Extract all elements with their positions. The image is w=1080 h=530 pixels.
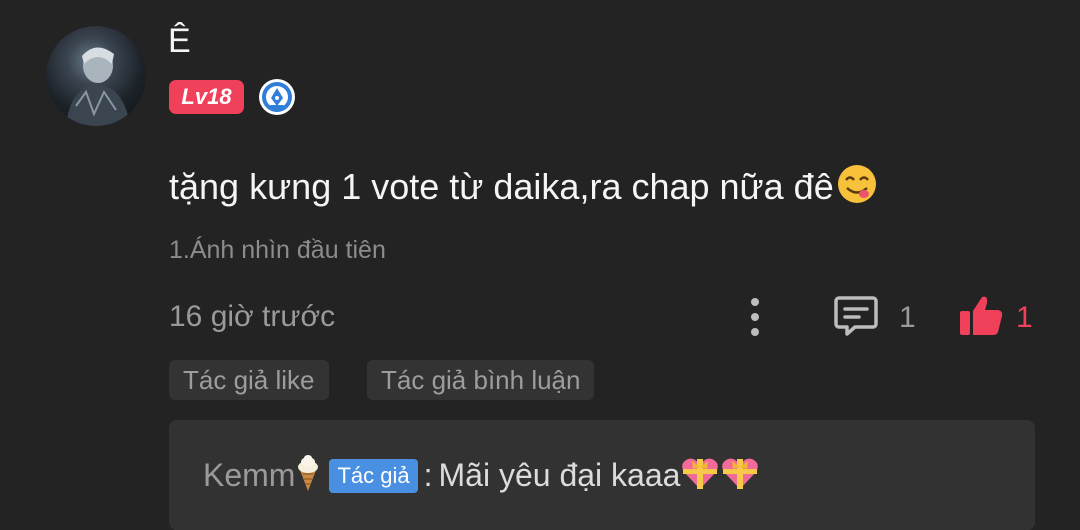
reply-preview[interactable]: Kemm Tác giả : Mãi yêu đại kaaa [169, 420, 1035, 530]
reply-text: Mãi yêu đại kaaa [438, 457, 681, 493]
level-badge: Lv18 [169, 80, 244, 114]
gift-heart-icon [680, 455, 720, 496]
chapter-reference[interactable]: 1.Ánh nhìn đầu tiên [169, 236, 386, 265]
ice-cream-icon [295, 454, 321, 497]
reply-button[interactable]: 1 [833, 294, 916, 343]
reply-count: 1 [899, 301, 916, 334]
yum-face-icon [836, 163, 878, 214]
reply-line: Kemm Tác giả : Mãi yêu đại kaaa [203, 454, 760, 497]
comment-body: tặng kưng 1 vote từ daika,ra chap nữa đê [169, 166, 834, 207]
timestamp: 16 giờ trước [169, 300, 336, 333]
comment-icon [833, 294, 879, 343]
reply-colon: : [423, 457, 433, 493]
gift-heart-icon [720, 455, 760, 496]
thumbs-up-icon [958, 293, 1004, 344]
reply-author[interactable]: Kemm [203, 457, 295, 494]
like-count: 1 [1016, 301, 1033, 334]
author-badge: Tác giả [329, 458, 418, 493]
tag-author-liked: Tác giả like [169, 360, 329, 400]
username[interactable]: Ê [168, 22, 191, 61]
more-vertical-icon[interactable] [740, 294, 770, 340]
like-button[interactable]: 1 [958, 293, 1033, 343]
avatar[interactable] [46, 26, 146, 126]
tag-author-commented: Tác giả bình luận [367, 360, 595, 400]
comment-text: tặng kưng 1 vote từ daika,ra chap nữa đê [169, 163, 878, 214]
pen-nib-badge-icon [258, 78, 296, 116]
